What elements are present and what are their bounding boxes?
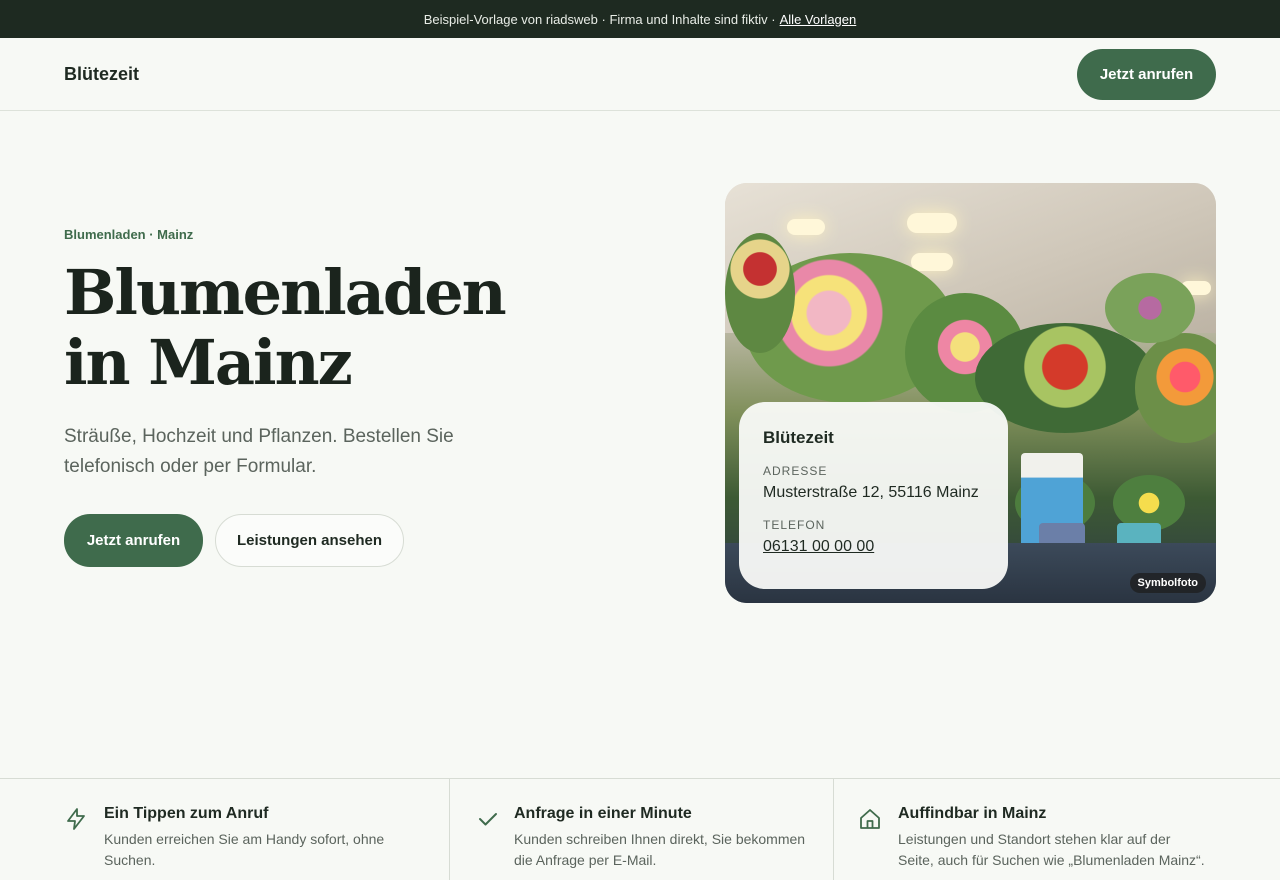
feature-description: Leistungen und Standort stehen klar auf … — [898, 831, 1205, 868]
photo-credit-badge: Symbolfoto — [1129, 573, 1206, 593]
page-title: Blumenladen in Mainz — [64, 258, 544, 398]
view-services-button[interactable]: Leistungen ansehen — [215, 514, 404, 567]
hero-content: Blumenladen · Mainz Blumenladen in Mainz… — [64, 227, 544, 567]
photo-flower — [1135, 333, 1216, 443]
page-title-line1: Blumenladen — [64, 256, 507, 329]
photo-flower — [1105, 273, 1195, 343]
feature-description: Kunden schreiben Ihnen direkt, Sie bekom… — [514, 831, 806, 868]
hero-section: Blumenladen · Mainz Blumenladen in Mainz… — [0, 111, 1280, 880]
features-strip: Ein Tippen zum Anruf Kunden erreichen Si… — [0, 778, 1280, 880]
feature-title: Anfrage in einer Minute — [514, 805, 692, 822]
photo-lamp — [911, 253, 953, 271]
feature-item: Anfrage in einer Minute Kunden schreiben… — [449, 779, 833, 880]
photo-lamp — [907, 213, 957, 233]
hero-actions: Jetzt anrufen Leistungen ansehen — [64, 514, 544, 567]
lightning-icon — [67, 808, 85, 830]
phone-label: TELEFON — [763, 518, 826, 532]
contact-card: Blütezeit ADRESSE Musterstraße 12, 55116… — [739, 402, 1008, 589]
home-icon — [860, 809, 880, 829]
feature-item: Ein Tippen zum Anruf Kunden erreichen Si… — [0, 779, 449, 880]
photo-flower — [725, 233, 795, 353]
all-templates-link[interactable]: Alle Vorlagen — [780, 12, 857, 27]
site-header: Blütezeit Jetzt anrufen — [0, 38, 1280, 111]
announcement-bar: Beispiel-Vorlage von riadsweb · Firma un… — [0, 0, 1280, 38]
feature-description: Kunden erreichen Sie am Handy sofort, oh… — [104, 831, 385, 868]
hero-call-button[interactable]: Jetzt anrufen — [64, 514, 203, 567]
brand-logo[interactable]: Blütezeit — [64, 64, 139, 85]
contact-card-name: Blütezeit — [763, 428, 834, 447]
feature-title: Ein Tippen zum Anruf — [104, 805, 269, 822]
page-title-line2: in Mainz — [64, 326, 353, 399]
header-call-button[interactable]: Jetzt anrufen — [1077, 48, 1216, 100]
feature-title: Auffindbar in Mainz — [898, 805, 1047, 822]
feature-item: Auffindbar in Mainz Leistungen und Stand… — [833, 779, 1280, 880]
address-label: ADRESSE — [763, 464, 828, 478]
hero-eyebrow: Blumenladen · Mainz — [64, 227, 194, 242]
check-icon — [479, 813, 497, 826]
address-value: Musterstraße 12, 55116 Mainz — [763, 484, 979, 501]
photo-lamp — [787, 219, 825, 235]
hero-subtitle: Sträuße, Hochzeit und Pflanzen. Bestelle… — [64, 426, 454, 477]
announcement-text: Beispiel-Vorlage von riadsweb · Firma un… — [423, 11, 776, 27]
phone-link[interactable]: 06131 00 00 00 — [763, 538, 874, 556]
